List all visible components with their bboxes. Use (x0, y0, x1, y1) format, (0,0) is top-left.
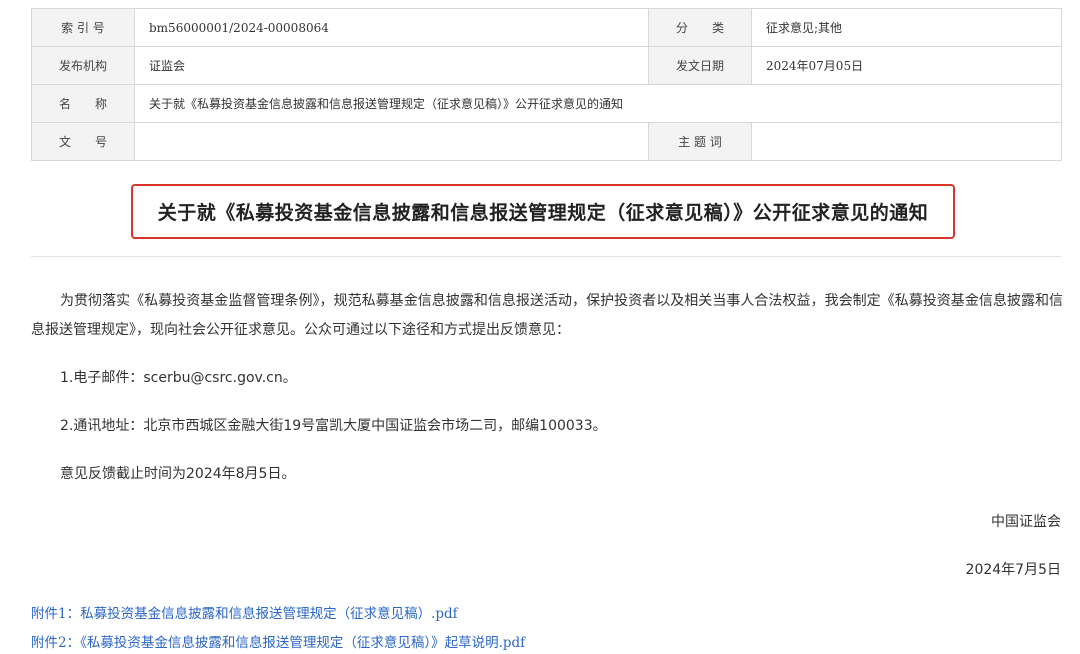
attachment-item-1: 附件1：私募投资基金信息披露和信息报送管理规定（征求意见稿）.pdf (31, 602, 458, 622)
issue-date-label: 发文日期 (648, 46, 752, 85)
contact-email-item: 1.电子邮件：scerbu@csrc.gov.cn。 (60, 370, 297, 386)
category-label: 分 类 (648, 8, 752, 47)
document-number-label: 文 号 (31, 122, 135, 161)
signature-date: 2024年7月5日 (965, 562, 1061, 578)
category-value: 征求意见;其他 (751, 8, 1062, 47)
metadata-row-docno: 文 号 主 题 词 (31, 122, 1062, 161)
title-divider (31, 256, 1061, 257)
intro-paragraph: 为贯彻落实《私募投资基金监督管理条例》，规范私募基金信息披露和信息报送活动，保护… (31, 293, 1063, 338)
issuer-label: 发布机构 (31, 46, 135, 85)
metadata-table: 索 引 号 bm56000001/2024-00008064 分 类 征求意见;… (31, 8, 1062, 161)
document-number-value (134, 122, 649, 161)
attachment-1-label: 附件1： (31, 606, 81, 622)
attachment-item-2: 附件2：《私募投资基金信息披露和信息报送管理规定（征求意见稿）》起草说明.pdf (31, 631, 525, 651)
issuer-value: 证监会 (134, 46, 649, 85)
feedback-deadline: 意见反馈截止时间为2024年8月5日。 (60, 466, 296, 482)
signature-organization: 中国证监会 (991, 514, 1061, 530)
document-name-value: 关于就《私募投资基金信息披露和信息报送管理规定（征求意见稿）》公开征求意见的通知 (134, 84, 1062, 123)
keywords-label: 主 题 词 (648, 122, 752, 161)
attachment-2-label: 附件2： (31, 635, 81, 651)
issue-date-value: 2024年07月05日 (751, 46, 1062, 85)
index-number-value: bm56000001/2024-00008064 (134, 8, 649, 47)
keywords-value (751, 122, 1062, 161)
metadata-row-issuer: 发布机构 证监会 发文日期 2024年07月05日 (31, 46, 1062, 85)
metadata-row-index: 索 引 号 bm56000001/2024-00008064 分 类 征求意见;… (31, 8, 1062, 47)
document-name-label: 名 称 (31, 84, 135, 123)
index-number-label: 索 引 号 (31, 8, 135, 47)
article-title-box: 关于就《私募投资基金信息披露和信息报送管理规定（征求意见稿）》公开征求意见的通知 (131, 184, 955, 239)
contact-address-item: 2.通讯地址：北京市西城区金融大街19号富凯大厦中国证监会市场二司，邮编1000… (60, 418, 607, 434)
attachment-2-link[interactable]: 《私募投资基金信息披露和信息报送管理规定（征求意见稿）》起草说明.pdf (80, 635, 525, 651)
attachment-1-link[interactable]: 私募投资基金信息披露和信息报送管理规定（征求意见稿）.pdf (80, 606, 458, 622)
article-title: 关于就《私募投资基金信息披露和信息报送管理规定（征求意见稿）》公开征求意见的通知 (157, 202, 929, 224)
metadata-row-name: 名 称 关于就《私募投资基金信息披露和信息报送管理规定（征求意见稿）》公开征求意… (31, 84, 1062, 123)
